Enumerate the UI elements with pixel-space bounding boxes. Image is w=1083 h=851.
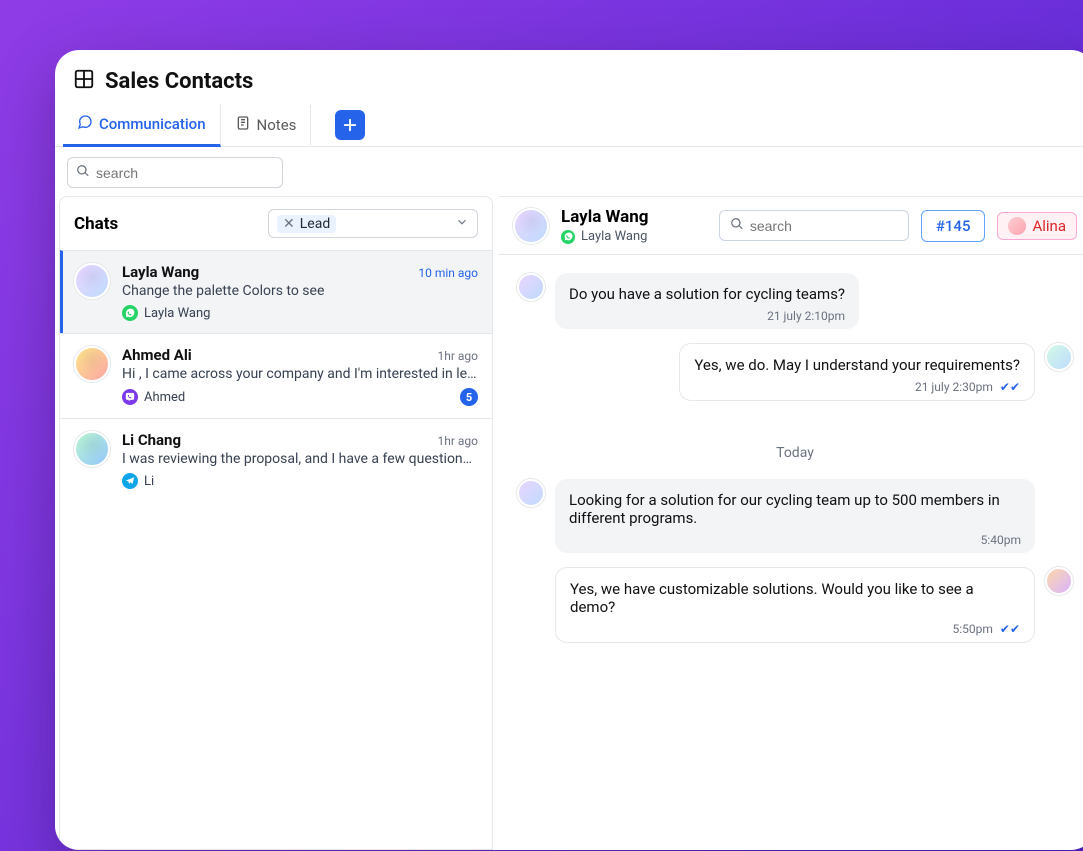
filter-chip-label: Lead bbox=[300, 216, 330, 232]
message-time: 21 july 2:10pm bbox=[569, 309, 845, 323]
tab-label: Communication bbox=[99, 115, 206, 133]
notes-icon bbox=[235, 115, 251, 135]
platform-label: Layla Wang bbox=[144, 306, 210, 321]
message-time: 21 july 2:30pm bbox=[915, 380, 993, 394]
chat-time: 10 min ago bbox=[418, 266, 478, 280]
agent-name: Alina bbox=[1032, 217, 1066, 235]
message-list: Do you have a solution for cycling teams… bbox=[499, 255, 1083, 850]
avatar bbox=[74, 431, 110, 467]
platform-label: Ahmed bbox=[144, 390, 185, 405]
avatar bbox=[1045, 567, 1073, 595]
search-input[interactable] bbox=[96, 165, 274, 181]
filter-select[interactable]: ✕ Lead bbox=[268, 209, 478, 238]
read-ticks-icon: ✔✔ bbox=[1000, 622, 1020, 636]
chat-preview: I was reviewing the proposal, and I have… bbox=[122, 451, 478, 467]
message-outgoing: Yes, we do. May I understand your requir… bbox=[517, 343, 1073, 401]
tab-communication[interactable]: Communication bbox=[63, 104, 221, 147]
agent-avatar bbox=[1008, 217, 1026, 235]
message-text: Yes, we do. May I understand your requir… bbox=[694, 356, 1020, 374]
tab-notes[interactable]: Notes bbox=[221, 105, 312, 145]
message-incoming: Do you have a solution for cycling teams… bbox=[517, 273, 1073, 329]
page-header: Sales Contacts bbox=[55, 50, 1083, 104]
conversation-sub: Layla Wang bbox=[581, 229, 647, 244]
search-icon bbox=[76, 163, 90, 182]
ticket-badge[interactable]: #145 bbox=[921, 210, 986, 242]
avatar bbox=[517, 479, 545, 507]
page-title: Sales Contacts bbox=[105, 69, 253, 94]
chat-name: Layla Wang bbox=[122, 263, 199, 281]
viber-icon bbox=[122, 389, 138, 405]
unread-badge: 5 bbox=[460, 388, 478, 406]
chat-item[interactable]: Layla Wang 10 min ago Change the palette… bbox=[60, 250, 492, 333]
chats-title: Chats bbox=[74, 214, 118, 234]
conversation-title: Layla Wang bbox=[561, 207, 649, 227]
avatar bbox=[74, 263, 110, 299]
chat-icon bbox=[77, 114, 93, 134]
chat-item[interactable]: Ahmed Ali 1hr ago Hi , I came across you… bbox=[60, 333, 492, 418]
agent-badge[interactable]: Alina bbox=[997, 212, 1077, 240]
read-ticks-icon: ✔✔ bbox=[1000, 380, 1020, 394]
chevron-down-icon bbox=[455, 214, 469, 233]
message-time: 5:40pm bbox=[569, 533, 1021, 547]
chat-preview: Hi , I came across your company and I'm … bbox=[122, 366, 478, 382]
message-incoming: Looking for a solution for our cycling t… bbox=[517, 479, 1073, 553]
search-icon bbox=[730, 216, 744, 235]
app-window: Sales Contacts Communication Notes bbox=[55, 50, 1083, 850]
date-divider: Today bbox=[517, 445, 1073, 461]
conversation-header: Layla Wang Layla Wang #145 bbox=[499, 197, 1083, 255]
tab-label: Notes bbox=[257, 116, 297, 134]
avatar bbox=[517, 273, 545, 301]
message-text: Looking for a solution for our cycling t… bbox=[569, 491, 1000, 527]
avatar bbox=[1045, 343, 1073, 371]
message-outgoing: Yes, we have customizable solutions. Wou… bbox=[517, 567, 1073, 643]
avatar bbox=[513, 208, 549, 244]
whatsapp-icon bbox=[122, 305, 138, 321]
chat-list-panel: Chats ✕ Lead Layla Wang bbox=[59, 196, 493, 850]
conversation-panel: Layla Wang Layla Wang #145 bbox=[499, 196, 1083, 850]
conversation-search[interactable] bbox=[719, 210, 909, 241]
message-text: Do you have a solution for cycling teams… bbox=[569, 285, 845, 303]
platform-label: Li bbox=[144, 474, 154, 489]
global-search[interactable] bbox=[67, 157, 283, 188]
message-time: 5:50pm bbox=[953, 622, 993, 636]
chat-item[interactable]: Li Chang 1hr ago I was reviewing the pro… bbox=[60, 418, 492, 501]
chat-name: Ahmed Ali bbox=[122, 346, 192, 364]
avatar bbox=[74, 346, 110, 382]
chat-time: 1hr ago bbox=[437, 434, 478, 448]
whatsapp-icon bbox=[561, 230, 575, 244]
grid-icon bbox=[73, 68, 95, 94]
message-text: Yes, we have customizable solutions. Wou… bbox=[570, 580, 974, 616]
tabbar: Communication Notes bbox=[55, 104, 1083, 147]
filter-chip[interactable]: ✕ Lead bbox=[277, 215, 336, 233]
chat-list: Layla Wang 10 min ago Change the palette… bbox=[60, 250, 492, 849]
remove-chip-icon[interactable]: ✕ bbox=[283, 216, 295, 232]
main: Chats ✕ Lead Layla Wang bbox=[55, 196, 1083, 850]
chat-preview: Change the palette Colors to see bbox=[122, 283, 478, 299]
chat-name: Li Chang bbox=[122, 431, 181, 449]
telegram-icon bbox=[122, 473, 138, 489]
chat-time: 1hr ago bbox=[437, 349, 478, 363]
subbar bbox=[55, 147, 1083, 196]
conversation-search-input[interactable] bbox=[750, 218, 898, 234]
chats-header: Chats ✕ Lead bbox=[60, 197, 492, 250]
add-tab-button[interactable] bbox=[335, 110, 365, 140]
